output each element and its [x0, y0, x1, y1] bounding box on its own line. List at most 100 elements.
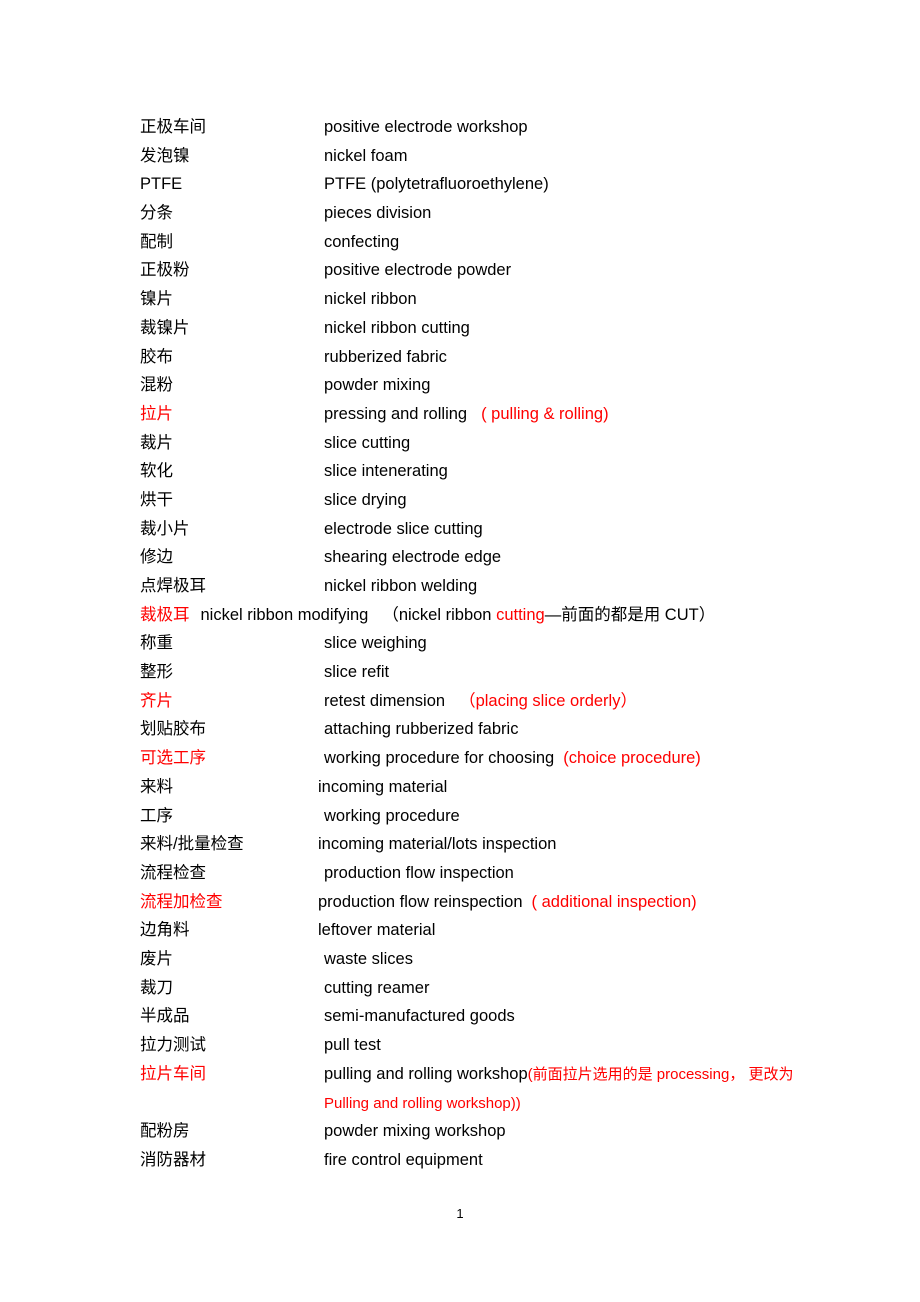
glossary-row: 称重 slice weighing	[140, 629, 840, 658]
gloss-text: nickel ribbon cutting	[324, 318, 470, 337]
term-english: positive electrode powder	[324, 256, 511, 285]
term-chinese: 修边	[140, 548, 173, 567]
glossary-row: 点焊极耳 nickel ribbon welding	[140, 572, 840, 601]
gloss-text: powder mixing workshop	[324, 1122, 506, 1141]
gloss-text: electrode slice cutting	[324, 519, 483, 538]
term-chinese: 分条	[140, 204, 173, 223]
glossary-row: 正极车间 positive electrode workshop	[140, 113, 840, 142]
glossary-row: 分条 pieces division	[140, 199, 840, 228]
annotation-note: ( pulling & rolling)	[481, 404, 609, 423]
document-page: 正极车间 positive electrode workshop 发泡镍 nickel…	[0, 0, 920, 1302]
glossary-row: 裁镍片 nickel ribbon cutting	[140, 314, 840, 343]
gloss-text: slice intenerating	[324, 462, 448, 481]
term-chinese: 配粉房	[140, 1122, 190, 1141]
term-english: slice refit	[324, 658, 389, 687]
glossary-row: 来料 incoming material	[140, 773, 840, 802]
gloss-text: nickel ribbon modifying	[200, 605, 369, 624]
term-english: leftover material	[318, 916, 435, 945]
term-chinese: 拉片车间	[140, 1064, 206, 1083]
term-chinese: 裁刀	[140, 978, 173, 997]
gloss-text: production flow reinspection	[318, 892, 523, 911]
term-chinese: 烘干	[140, 490, 173, 509]
term-chinese: 拉力测试	[140, 1036, 206, 1054]
term-english: cutting reamer	[324, 974, 429, 1003]
gloss-text: semi-manufactured goods	[324, 1007, 515, 1026]
glossary-list: 正极车间 positive electrode workshop 发泡镍 nickel…	[140, 113, 840, 1174]
gloss-text: leftover material	[318, 921, 436, 940]
glossary-row: 裁片 slice cutting	[140, 429, 840, 458]
glossary-row: 流程检查 production flow inspection	[140, 859, 840, 888]
term-english: nickel ribbon welding	[324, 572, 477, 601]
term-english: incoming material/lots inspection	[318, 830, 556, 859]
glossary-row: 混粉 powder mixing	[140, 371, 840, 400]
term-english: nickel ribbon cutting	[324, 314, 470, 343]
glossary-row: 废片 waste slices	[140, 945, 840, 974]
glossary-row: 配粉房 powder mixing workshop	[140, 1117, 840, 1146]
gloss-text: waste slices	[324, 949, 413, 968]
term-english: incoming material	[318, 773, 447, 802]
term-english: nickel foam	[324, 142, 407, 171]
term-chinese: 点焊极耳	[140, 577, 206, 595]
term-chinese: 裁片	[140, 433, 173, 452]
gloss-text: working procedure for choosing	[324, 749, 555, 768]
annotation-segment: —前面的都是用 CUT）	[544, 605, 716, 624]
glossary-row: 拉力测试 pull test	[140, 1031, 840, 1060]
glossary-row: 边角料 leftover material	[140, 916, 840, 945]
term-english: slice intenerating	[324, 457, 448, 486]
glossary-row: 可选工序 working procedure for choosing (choic…	[140, 744, 840, 773]
glossary-row: 裁小片 electrode slice cutting	[140, 515, 840, 544]
glossary-row: 裁极耳 nickel ribbon modifying （nickel ribbon…	[140, 601, 840, 630]
page-number: 1	[456, 1206, 464, 1221]
term-chinese: 胶布	[140, 347, 173, 366]
term-chinese: 边角料	[140, 921, 190, 940]
term-english: pulling and rolling workshop(前面拉片选用的是 pr…	[324, 1060, 794, 1119]
gloss-text: powder mixing	[324, 376, 431, 395]
glossary-row: 拉片 pressing and rolling ( pulling & rollin…	[140, 400, 840, 429]
glossary-row: 消防器材 fire control equipment	[140, 1146, 840, 1175]
term-chinese: 正极车间	[140, 118, 206, 136]
term-chinese: 裁镍片	[140, 318, 190, 337]
term-chinese: 整形	[140, 663, 173, 682]
glossary-row: 软化 slice intenerating	[140, 457, 840, 486]
term-chinese: 软化	[140, 462, 173, 481]
term-english: shearing electrode edge	[324, 543, 501, 572]
term-english: powder mixing	[324, 371, 430, 400]
gloss-text: working procedure	[324, 806, 460, 825]
gloss-text: incoming material/lots inspection	[318, 835, 557, 854]
annotation-note: （nickel ribbon cutting—前面的都是用 CUT）	[382, 606, 715, 624]
term-english: pressing and rolling ( pulling & rolling)	[324, 400, 609, 429]
gloss-text: nickel ribbon welding	[324, 577, 478, 595]
term-chinese: 划贴胶布	[140, 720, 206, 739]
gloss-text: rubberized fabric	[324, 347, 447, 366]
term-english: fire control equipment	[324, 1146, 483, 1175]
gloss-text: PTFE (polytetrafluoroethylene)	[324, 175, 549, 194]
term-english: attaching rubberized fabric	[324, 715, 518, 744]
gloss-text: pieces division	[324, 204, 432, 223]
term-chinese: 发泡镍	[140, 146, 190, 165]
gloss-text: positive electrode powder	[324, 261, 512, 280]
glossary-row: 流程加检查 production flow reinspection ( addit…	[140, 888, 840, 917]
annotation-segment: cutting	[496, 605, 545, 624]
term-chinese: 称重	[140, 634, 173, 653]
term-chinese: 工序	[140, 806, 173, 825]
gloss-text: fire control equipment	[324, 1150, 483, 1169]
glossary-row: 胶布 rubberized fabric	[140, 343, 840, 372]
term-chinese: 来料/批量检查	[140, 835, 244, 854]
term-chinese: PTFE	[140, 175, 183, 194]
annotation-note: （placing slice orderly）	[459, 691, 637, 710]
glossary-row: 来料/批量检查 incoming material/lots inspection	[140, 830, 840, 859]
term-chinese: 半成品	[140, 1007, 190, 1026]
gloss-text: shearing electrode edge	[324, 548, 502, 567]
gloss-text: confecting	[324, 232, 400, 251]
term-chinese: 正极粉	[140, 261, 190, 280]
term-english: pull test	[324, 1031, 381, 1060]
glossary-row: 划贴胶布 attaching rubberized fabric	[140, 715, 840, 744]
term-chinese: 消防器材	[140, 1150, 206, 1169]
gloss-text: slice weighing	[324, 634, 427, 653]
term-english: nickel ribbon	[324, 285, 417, 314]
term-chinese: 配制	[140, 232, 173, 251]
term-english: slice drying	[324, 486, 407, 515]
gloss-text: retest dimension	[324, 691, 446, 710]
gloss-text: slice cutting	[324, 433, 411, 452]
term-chinese: 可选工序	[140, 749, 206, 768]
